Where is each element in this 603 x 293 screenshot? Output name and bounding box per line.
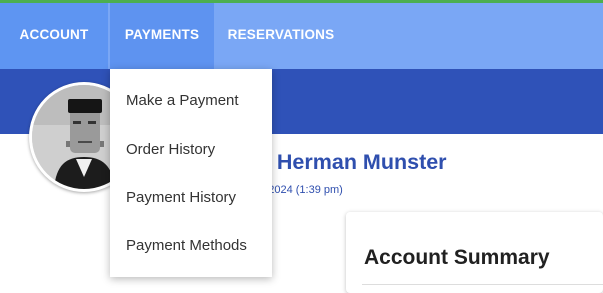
menu-item-make-payment[interactable]: Make a Payment <box>126 89 239 113</box>
nav-reservations-tab[interactable]: RESERVATIONS <box>214 3 348 69</box>
account-summary-title: Account Summary <box>364 246 550 269</box>
menu-item-payment-methods[interactable]: Payment Methods <box>126 234 247 258</box>
account-summary-card: Account Summary <box>346 212 603 293</box>
menu-item-payment-history[interactable]: Payment History <box>126 186 236 210</box>
top-navbar: ACCOUNT PAYMENTS RESERVATIONS <box>0 3 603 69</box>
payments-dropdown-menu: Make a Payment Order History Payment His… <box>110 69 272 277</box>
welcome-heading: e, Herman Munster <box>253 150 447 174</box>
nav-payments-tab[interactable]: PAYMENTS <box>110 3 214 69</box>
menu-item-order-history[interactable]: Order History <box>126 138 215 162</box>
nav-account-tab[interactable]: ACCOUNT <box>0 3 108 69</box>
summary-divider <box>362 284 603 285</box>
